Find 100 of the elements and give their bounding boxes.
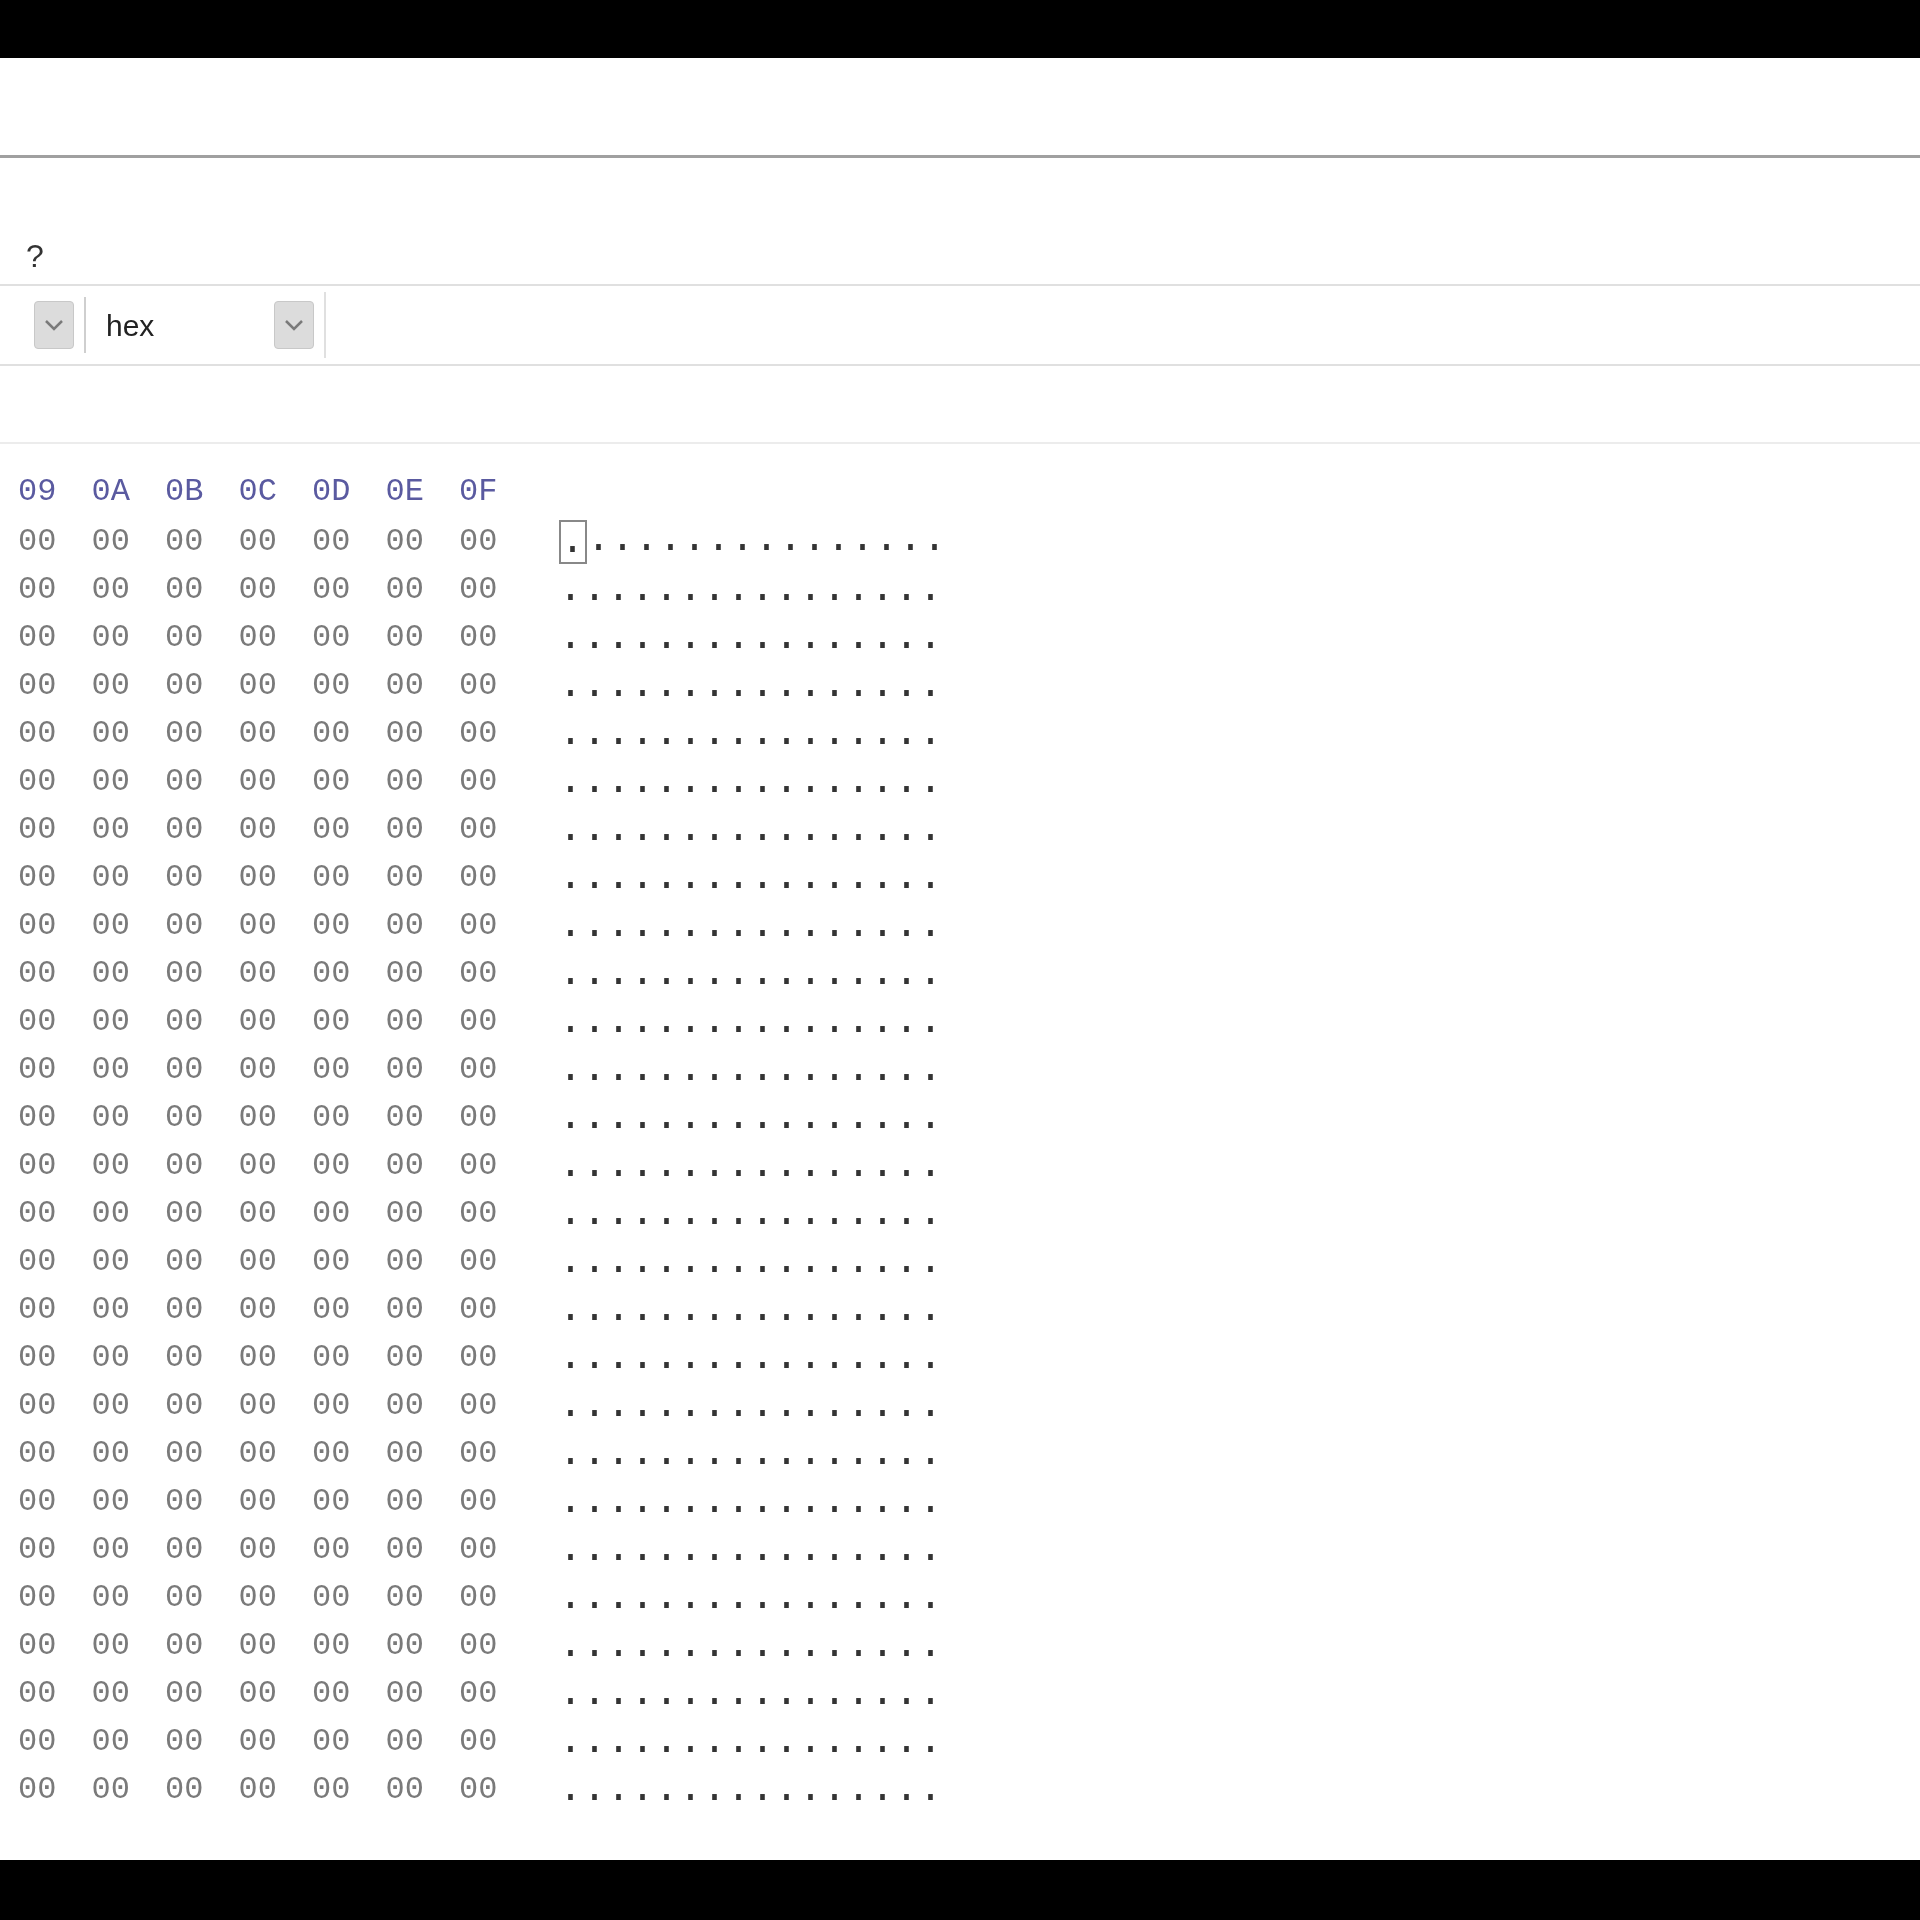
hex-cell-text: 00 — [459, 814, 499, 846]
hex-cell-text: 00 — [91, 1342, 131, 1374]
hex-cell-text: 00 — [238, 910, 278, 942]
hex-cell-text: 00 — [385, 1774, 425, 1806]
hex-cell-text: 00 — [312, 1246, 352, 1278]
dropdown-button[interactable] — [274, 301, 314, 349]
ascii-text: ................ — [558, 1770, 943, 1810]
ascii-text: ................ — [558, 618, 943, 658]
help-mark[interactable]: ? — [26, 240, 44, 272]
hex-cell-text: 00 — [459, 1390, 499, 1422]
hex-cell-text: 00 — [312, 1726, 352, 1758]
hex-cell-text: 00 — [165, 1294, 205, 1326]
column-header: 0B — [165, 476, 205, 508]
hex-cell-text: 00 — [238, 1246, 278, 1278]
hex-cell-text: 00 — [385, 958, 425, 990]
hex-cell-text: 00 — [18, 1678, 58, 1710]
hex-cell-text: 00 — [312, 1774, 352, 1806]
hex-cell-text: 00 — [238, 1774, 278, 1806]
hex-cell-text: 00 — [91, 1150, 131, 1182]
hex-cell-text: 00 — [238, 766, 278, 798]
hex-cell-text: 00 — [312, 1198, 352, 1230]
hex-cell-text: 00 — [459, 1102, 499, 1134]
chevron-down-icon — [284, 319, 304, 331]
ascii-text: ................ — [558, 1146, 943, 1186]
hex-cell-text: 00 — [385, 862, 425, 894]
hex-cell-text: 00 — [165, 814, 205, 846]
dropdown-button[interactable] — [34, 301, 74, 349]
ascii-text: ................ — [558, 520, 947, 564]
hex-cell-text: 00 — [385, 1582, 425, 1614]
hex-cell-text: 00 — [18, 1054, 58, 1086]
hex-cell-text: 00 — [312, 1678, 352, 1710]
hex-cell-text: 00 — [459, 1486, 499, 1518]
column-header: 0E — [385, 476, 425, 508]
hex-cell-text: 00 — [165, 1726, 205, 1758]
ascii-text: ................ — [558, 858, 943, 898]
hex-cell-text: 00 — [459, 1726, 499, 1758]
hex-cell-text: 00 — [165, 670, 205, 702]
hex-cell-text: 00 — [165, 622, 205, 654]
hex-cell-text: 00 — [312, 622, 352, 654]
hex-cell-text: 00 — [459, 1246, 499, 1278]
hex-cell-text: 00 — [312, 574, 352, 606]
hex-cell-text: 00 — [18, 766, 58, 798]
hex-cell-text: 00 — [18, 1774, 58, 1806]
hex-cell-text: 00 — [459, 1630, 499, 1662]
hex-cell-text: 00 — [18, 1534, 58, 1566]
hex-cell-text: 00 — [312, 1054, 352, 1086]
hex-cell-text: 00 — [165, 1102, 205, 1134]
hex-cell-text: 00 — [312, 1534, 352, 1566]
ascii-text: ................ — [558, 1002, 943, 1042]
hex-cell-text: 00 — [165, 1342, 205, 1374]
hex-cell-text: 00 — [91, 526, 131, 558]
hex-cell-text: 00 — [459, 958, 499, 990]
hex-cell-text: 00 — [238, 1198, 278, 1230]
hex-cell-text: 00 — [312, 814, 352, 846]
hex-cell-text: 00 — [18, 1582, 58, 1614]
hex-cell-text: 00 — [238, 670, 278, 702]
hex-cell-text: 00 — [18, 718, 58, 750]
hex-cell-text: 00 — [91, 1726, 131, 1758]
hex-cell-text: 00 — [91, 1246, 131, 1278]
ascii-text: ................ — [558, 1626, 943, 1666]
hex-cell-text: 00 — [165, 1534, 205, 1566]
hex-cell-text: 00 — [91, 766, 131, 798]
hex-cell-text: 00 — [385, 1342, 425, 1374]
hex-cell-text: 00 — [385, 622, 425, 654]
hex-cell-text: 00 — [238, 1438, 278, 1470]
hex-cell-text: 00 — [459, 526, 499, 558]
hex-cell-text: 00 — [385, 1534, 425, 1566]
hex-cell-text: 00 — [165, 574, 205, 606]
hex-cell-text: 00 — [91, 574, 131, 606]
hex-cell-text: 00 — [238, 574, 278, 606]
hex-cell-text: 00 — [91, 1054, 131, 1086]
hex-cell-text: 00 — [459, 1438, 499, 1470]
hex-cell-text: 00 — [312, 1390, 352, 1422]
hex-cell-text: 00 — [238, 1678, 278, 1710]
hex-cell-text: 00 — [238, 1486, 278, 1518]
hex-cell-text: 00 — [238, 1390, 278, 1422]
hex-cell-text: 00 — [385, 814, 425, 846]
ascii-text: ................ — [558, 1674, 943, 1714]
hex-cell-text: 00 — [18, 1006, 58, 1038]
format-dropdown[interactable]: hex — [96, 292, 326, 358]
hex-cell-text: 00 — [165, 958, 205, 990]
ascii-text: ................ — [558, 714, 943, 754]
hex-cell-text: 00 — [238, 1102, 278, 1134]
hex-cell-text: 00 — [165, 1198, 205, 1230]
hex-cell-text: 00 — [91, 1294, 131, 1326]
hex-cell-text: 00 — [459, 1006, 499, 1038]
hex-cell-text: 00 — [165, 1438, 205, 1470]
hex-cell-text: 00 — [385, 1390, 425, 1422]
hex-cell-text: 00 — [18, 1294, 58, 1326]
hex-cell-text: 00 — [385, 1198, 425, 1230]
hex-cell-text: 00 — [165, 1678, 205, 1710]
ascii-text: ................ — [558, 1098, 943, 1138]
hex-cell-text: 00 — [18, 1438, 58, 1470]
hex-cell-text: 00 — [91, 862, 131, 894]
hex-cell-text: 00 — [459, 718, 499, 750]
hex-cell-text: 00 — [385, 526, 425, 558]
ascii-text: ................ — [558, 570, 943, 610]
hex-cell-text: 00 — [459, 622, 499, 654]
hex-cell-text: 00 — [18, 910, 58, 942]
hex-cell-text: 00 — [165, 1630, 205, 1662]
